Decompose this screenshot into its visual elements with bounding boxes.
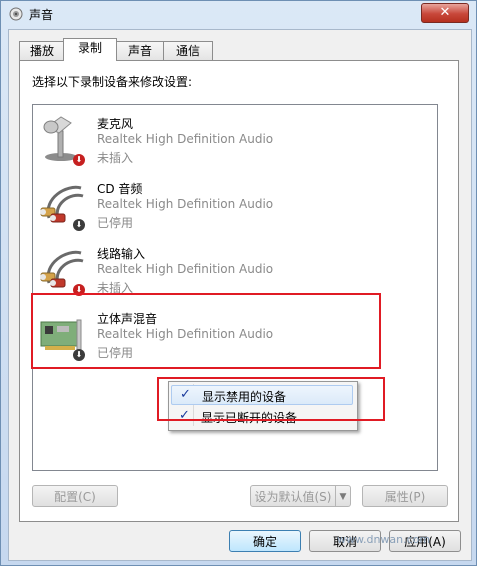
close-button[interactable]: ✕: [421, 3, 469, 23]
device-item-microphone[interactable]: ⬇ 麦克风 Realtek High Definition Audio 未插入: [33, 109, 433, 174]
device-name: 线路输入: [97, 247, 146, 261]
apply-button[interactable]: 应用(A): [389, 530, 461, 552]
disabled-badge-icon: ⬇: [73, 219, 85, 231]
unplugged-badge-icon: ⬇: [73, 154, 85, 166]
tab-playback[interactable]: 播放: [19, 41, 65, 60]
device-driver: Realtek High Definition Audio: [97, 197, 274, 211]
chevron-down-icon[interactable]: ▼: [335, 485, 351, 507]
device-item-cd-audio[interactable]: ⬇ CD 音频 Realtek High Definition Audio 已停…: [33, 174, 433, 239]
device-status: 未插入: [97, 151, 134, 165]
set-default-button[interactable]: 设为默认值(S): [250, 485, 336, 507]
tab-sounds[interactable]: 声音: [115, 41, 165, 60]
device-driver: Realtek High Definition Audio: [97, 132, 274, 146]
device-name: 麦克风: [97, 117, 134, 131]
ok-button[interactable]: 确定: [229, 530, 301, 552]
instruction-text: 选择以下录制设备来修改设置:: [32, 75, 193, 89]
device-driver: Realtek High Definition Audio: [97, 262, 274, 276]
window-title: 声音: [29, 8, 54, 22]
properties-button[interactable]: 属性(P): [362, 485, 448, 507]
stereo-mix-highlight: [31, 293, 381, 369]
tab-communications[interactable]: 通信: [163, 41, 213, 60]
title-bar[interactable]: 声音 ✕: [1, 1, 476, 27]
menu-item-highlight: [157, 377, 385, 421]
device-status: 已停用: [97, 216, 134, 230]
speaker-icon: [9, 7, 23, 21]
cancel-button[interactable]: 取消: [309, 530, 381, 552]
recording-tab-panel: 选择以下录制设备来修改设置: ⬇ 麦克风 Realtek High Defini…: [19, 60, 459, 522]
sound-dialog-window: 声音 ✕ 播放 录制 声音 通信 选择以下录制设备来修改设置: ⬇ 麦克风 Re…: [0, 0, 477, 566]
device-name: CD 音频: [97, 182, 143, 196]
configure-button[interactable]: 配置(C): [32, 485, 118, 507]
tab-recording[interactable]: 录制: [63, 38, 117, 61]
